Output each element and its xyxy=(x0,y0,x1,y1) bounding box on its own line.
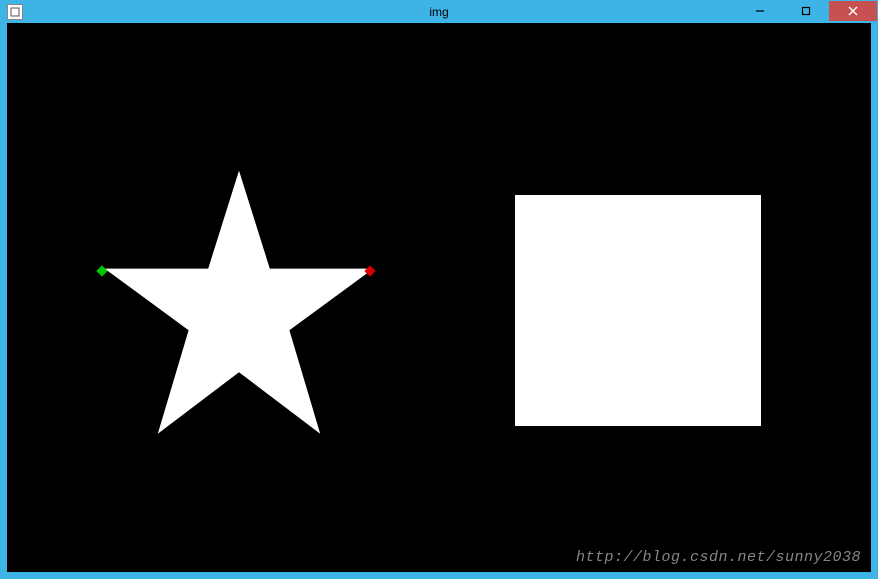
image-canvas: http://blog.csdn.net/sunny2038 xyxy=(7,23,871,572)
maximize-button[interactable] xyxy=(783,1,829,21)
rectangle-shape xyxy=(515,195,761,426)
watermark-text: http://blog.csdn.net/sunny2038 xyxy=(576,549,861,566)
minimize-icon xyxy=(755,6,765,16)
window-title: img xyxy=(429,5,448,19)
app-window: img xyxy=(0,0,878,579)
close-button[interactable] xyxy=(829,1,877,21)
maximize-icon xyxy=(801,6,811,16)
minimize-button[interactable] xyxy=(737,1,783,21)
titlebar[interactable]: img xyxy=(1,1,877,23)
client-area: http://blog.csdn.net/sunny2038 xyxy=(7,23,871,572)
close-icon xyxy=(848,6,858,16)
window-controls xyxy=(737,1,877,21)
app-icon xyxy=(7,4,23,20)
star-shape xyxy=(99,165,379,445)
